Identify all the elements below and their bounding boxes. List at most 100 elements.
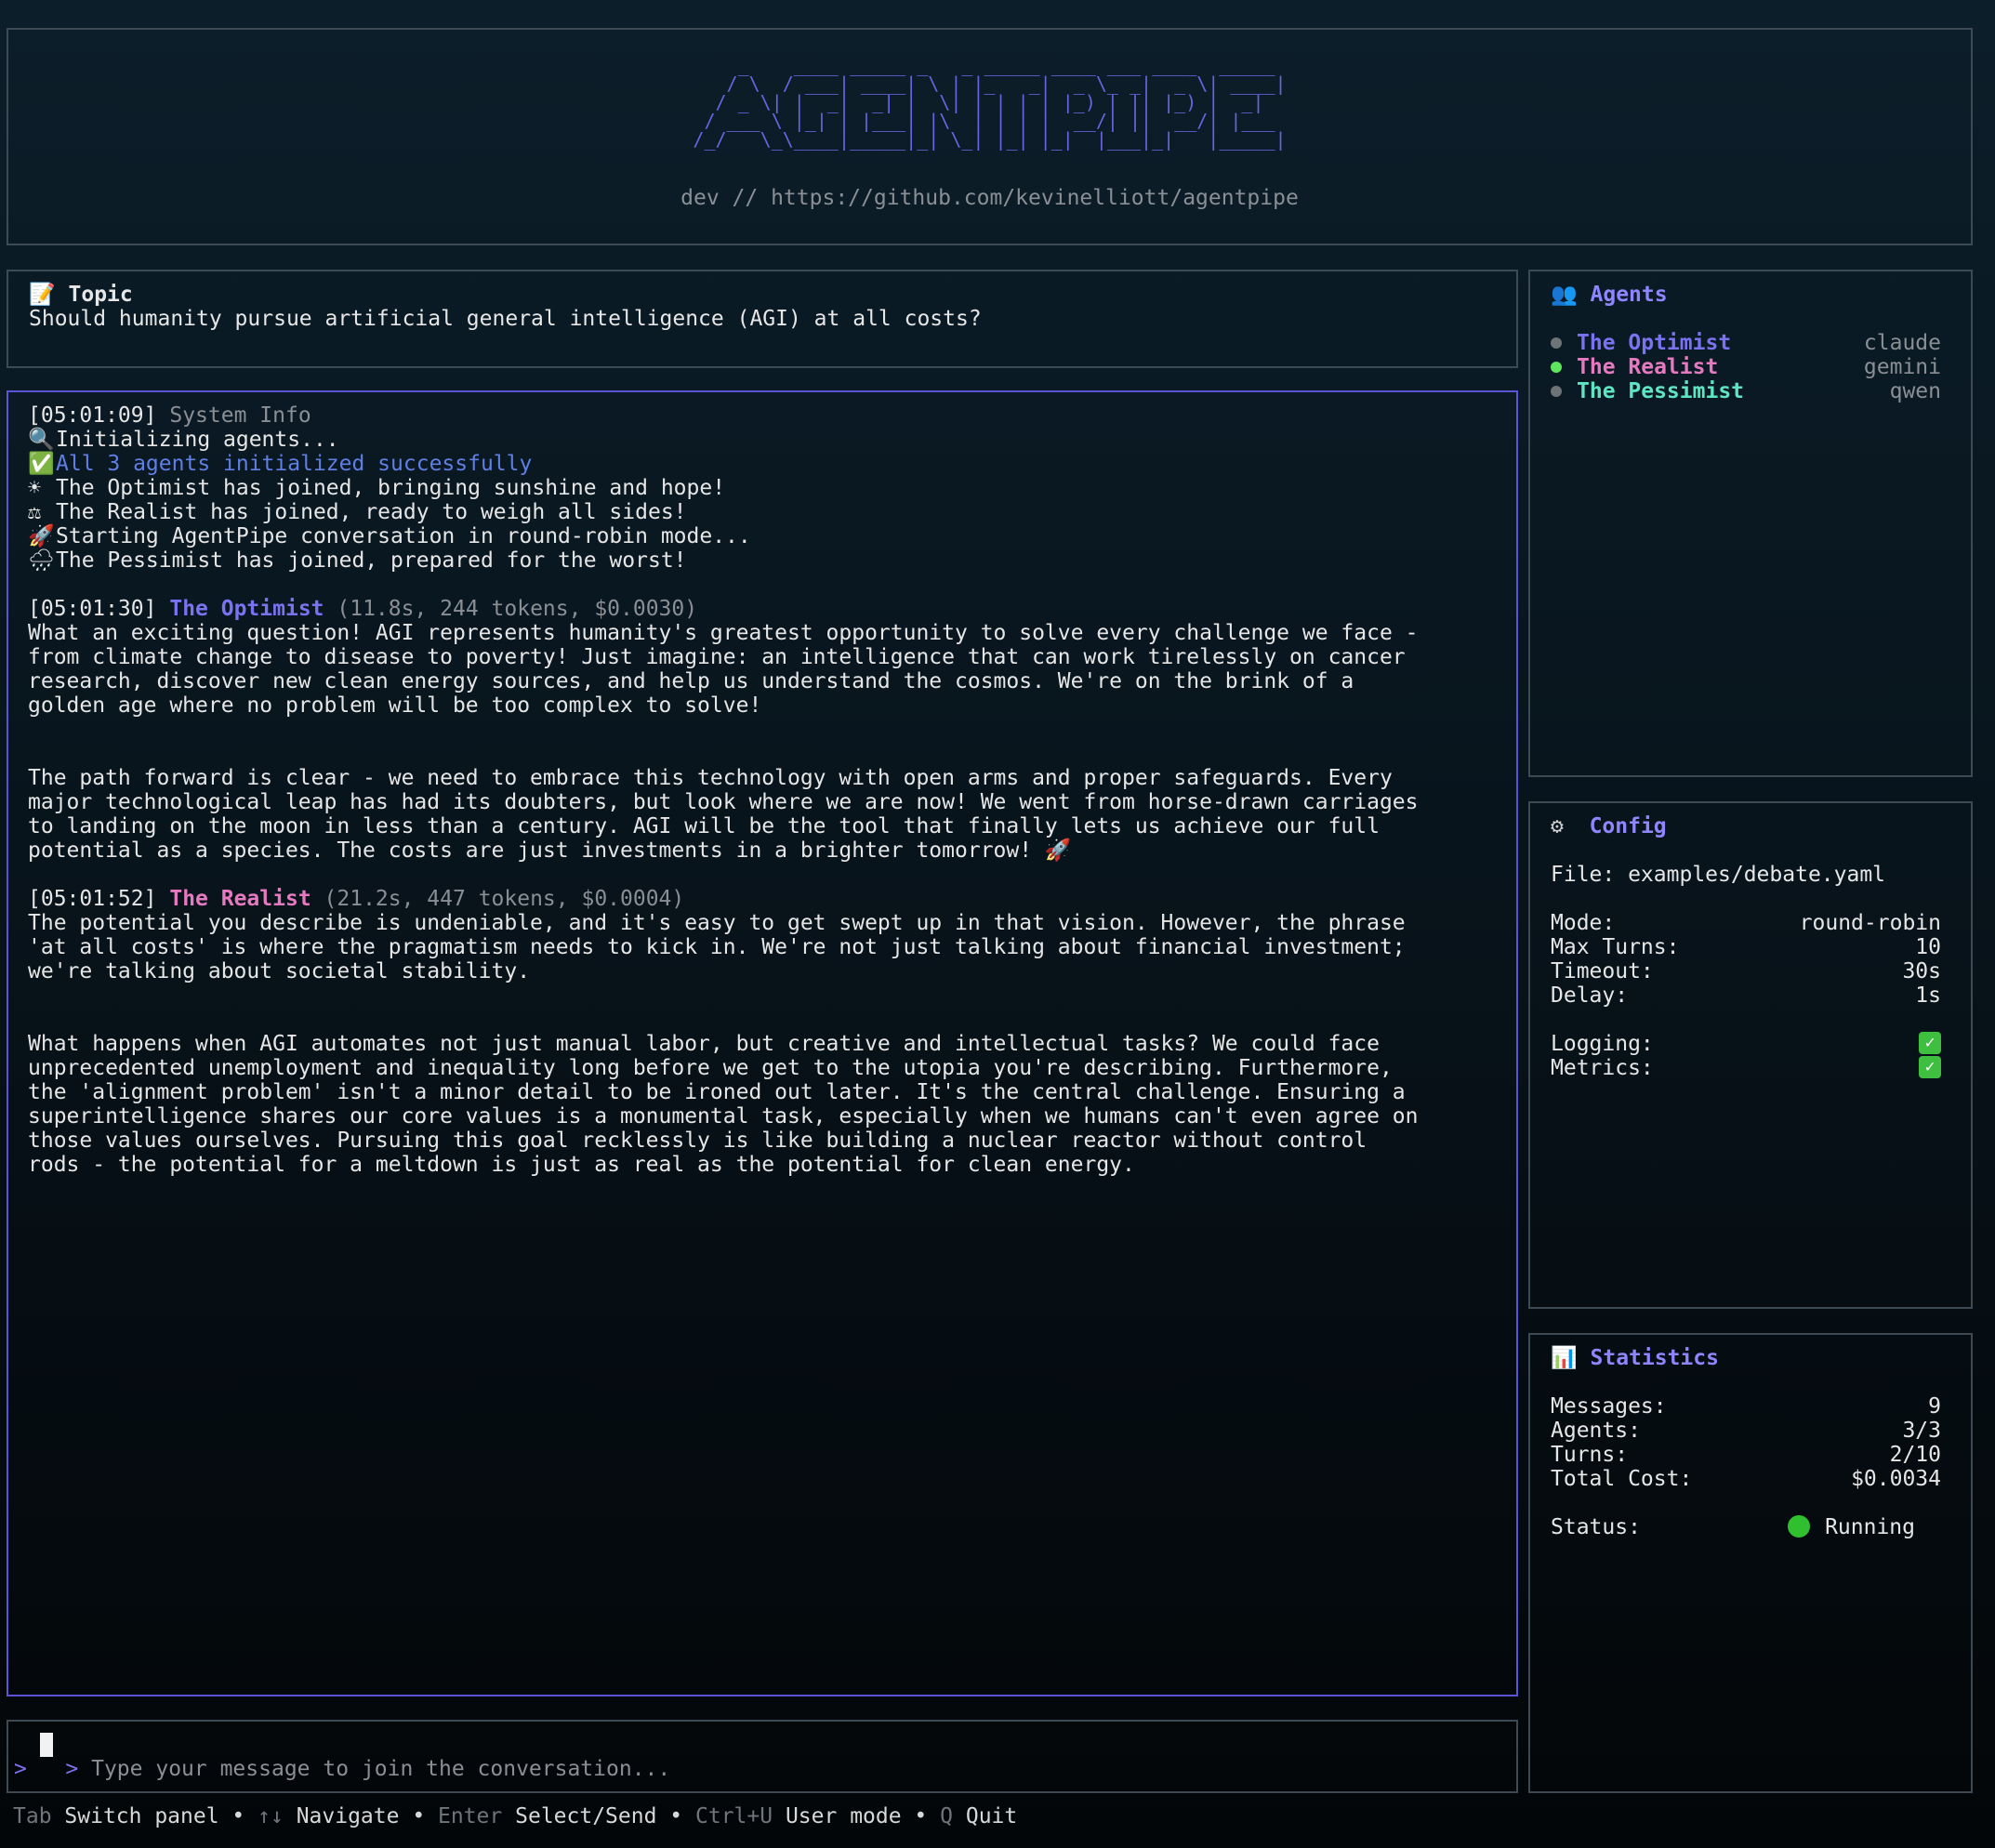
config-title: ⚙ Config xyxy=(1551,814,1667,838)
header-subtitle: dev // https://github.com/kevinelliott/a… xyxy=(680,186,1299,210)
agent-name: The Pessimist xyxy=(1577,379,1745,403)
message-text: The potential you describe is undeniable… xyxy=(28,911,1406,935)
system-line: 🌧The Pessimist has joined, prepared for … xyxy=(28,548,687,573)
agent-model: gemini xyxy=(1863,355,1941,379)
header-panel: _ ____ _____ _ _ _____ ____ ___ ____ ___… xyxy=(7,28,1973,245)
key-arrows: ↑↓ xyxy=(258,1804,284,1828)
stat-agents: Agents: 3/3 xyxy=(1551,1419,1941,1443)
topic-title: 📝 Topic xyxy=(29,283,133,307)
message-text: What happens when AGI automates not just… xyxy=(28,1032,1380,1056)
text-cursor xyxy=(40,1733,53,1757)
system-line: ⚖ The Realist has joined, ready to weigh … xyxy=(28,500,687,524)
system-label: System Info xyxy=(169,403,311,428)
system-line: ✅All 3 agents initialized successfully xyxy=(28,452,533,476)
timestamp: [05:01:52] xyxy=(28,887,157,911)
topic-text: Should humanity pursue artificial genera… xyxy=(29,307,982,331)
system-line: 🚀Starting AgentPipe conversation in roun… xyxy=(28,524,751,548)
message-header: [05:01:52] The Realist (21.2s, 447 token… xyxy=(28,887,1498,911)
message-input-panel[interactable]: > Type your message to join the conversa… xyxy=(7,1720,1518,1793)
stat-status: Status: Running xyxy=(1551,1515,1915,1539)
timestamp: [05:01:09] xyxy=(28,403,157,428)
agents-panel[interactable]: 👥 Agents The Optimist claude The Realist… xyxy=(1528,270,1973,777)
system-line: ☀ The Optimist has joined, bringing sunsh… xyxy=(28,476,726,500)
agent-name: The Realist xyxy=(169,887,311,911)
message-text: The path forward is clear - we need to e… xyxy=(28,766,1393,790)
sun-icon: ☀ xyxy=(28,476,41,500)
key-enter: Enter xyxy=(438,1804,503,1828)
agent-name: The Optimist xyxy=(1577,331,1732,355)
config-panel[interactable]: ⚙ Config File: examples/debate.yaml Mode… xyxy=(1528,801,1973,1309)
message-meta: (21.2s, 447 tokens, $0.0004) xyxy=(324,887,685,911)
agents-title: 👥 Agents xyxy=(1551,283,1668,307)
status-text: Running xyxy=(1825,1515,1915,1539)
message-header: [05:01:30] The Optimist (11.8s, 244 toke… xyxy=(28,597,1498,621)
input-placeholder: Type your message to join the conversati… xyxy=(91,1757,671,1781)
message-meta: (11.8s, 244 tokens, $0.0030) xyxy=(337,597,698,621)
green-circle-icon xyxy=(1788,1515,1811,1538)
topic-panel[interactable]: 📝 Topic Should humanity pursue artificia… xyxy=(7,270,1518,368)
message-text: from climate change to disease to povert… xyxy=(28,645,1406,669)
scales-icon: ⚖ xyxy=(28,500,41,524)
message-text: the 'alignment problem' isn't a minor de… xyxy=(28,1080,1406,1104)
config-max-turns: Max Turns: 10 xyxy=(1551,935,1941,959)
timestamp: [05:01:30] xyxy=(28,597,157,621)
message-text: potential as a species. The costs are ju… xyxy=(28,838,1072,863)
keybinding-bar: Tab Switch panel • ↑↓ Navigate • Enter S… xyxy=(13,1804,1018,1828)
message-input[interactable]: > Type your message to join the conversa… xyxy=(14,1733,670,1805)
config-delay: Delay: 1s xyxy=(1551,983,1941,1008)
people-icon: 👥 xyxy=(1551,283,1578,307)
prompt-symbol: > xyxy=(65,1757,79,1781)
agent-model: claude xyxy=(1863,331,1941,355)
bar-chart-icon: 📊 xyxy=(1551,1346,1578,1370)
message-text: 'at all costs' is where the pragmatism n… xyxy=(28,935,1406,959)
config-file: File: examples/debate.yaml xyxy=(1551,863,1886,887)
magnifier-icon: 🔍 xyxy=(28,428,55,452)
message-optimist: [05:01:30] The Optimist (11.8s, 244 toke… xyxy=(28,597,1498,863)
agent-item-realist[interactable]: The Realist gemini xyxy=(1551,355,1941,379)
agent-item-optimist[interactable]: The Optimist claude xyxy=(1551,331,1941,355)
key-ctrl-u: Ctrl+U xyxy=(695,1804,773,1828)
statistics-panel[interactable]: 📊 Statistics Messages: 9 Agents: 3/3 Turns… xyxy=(1528,1333,1973,1793)
message-realist: [05:01:52] The Realist (21.2s, 447 token… xyxy=(28,887,1498,1177)
system-line: 🔍Initializing agents... xyxy=(28,428,339,452)
agent-item-pessimist[interactable]: The Pessimist qwen xyxy=(1551,379,1941,403)
stat-total-cost: Total Cost: $0.0034 xyxy=(1551,1467,1941,1491)
memo-icon: 📝 xyxy=(29,283,56,307)
agentpipe-logo: _ ____ _____ _ _ _____ ____ ___ ____ ___… xyxy=(693,54,1287,151)
message-text: major technological leap has had its dou… xyxy=(28,790,1419,814)
check-icon: ✓ xyxy=(1919,1056,1941,1078)
config-mode: Mode: round-robin xyxy=(1551,911,1941,935)
message-text: What an exciting question! AGI represent… xyxy=(28,621,1419,645)
key-q: Q xyxy=(940,1804,953,1828)
message-text: to landing on the moon in less than a ce… xyxy=(28,814,1380,838)
config-timeout: Timeout: 30s xyxy=(1551,959,1941,983)
status-dot-active xyxy=(1551,362,1562,373)
config-logging: Logging: ✓ xyxy=(1551,1032,1941,1056)
agent-name: The Realist xyxy=(1577,355,1719,379)
check-icon: ✅ xyxy=(28,452,55,476)
gear-icon: ⚙ xyxy=(1551,814,1564,838)
status-dot xyxy=(1551,386,1562,397)
system-header: [05:01:09] System Info xyxy=(28,403,1498,428)
check-icon: ✓ xyxy=(1919,1032,1941,1054)
message-text: superintelligence shares our core values… xyxy=(28,1104,1419,1129)
statistics-title: 📊 Statistics xyxy=(1551,1346,1719,1370)
conversation-panel[interactable]: [05:01:09] System Info 🔍Initializing age… xyxy=(7,390,1518,1696)
agent-name: The Optimist xyxy=(169,597,324,621)
config-metrics: Metrics: ✓ xyxy=(1551,1056,1941,1080)
agent-model: qwen xyxy=(1889,379,1941,403)
stat-messages: Messages: 9 xyxy=(1551,1394,1941,1419)
key-tab: Tab xyxy=(13,1804,52,1828)
message-text: we're talking about societal stability. xyxy=(28,959,531,983)
rain-cloud-icon: 🌧 xyxy=(28,548,56,573)
conversation-log: [05:01:09] System Info 🔍Initializing age… xyxy=(28,403,1498,1177)
message-text: unprecedented unemployment and inequalit… xyxy=(28,1056,1393,1080)
message-text: those values ourselves. Pursuing this go… xyxy=(28,1129,1367,1153)
message-text: rods - the potential for a meltdown is j… xyxy=(28,1153,1135,1177)
message-text: research, discover new clean energy sour… xyxy=(28,669,1354,693)
status-dot xyxy=(1551,337,1562,349)
stat-turns: Turns: 2/10 xyxy=(1551,1443,1941,1467)
prompt-symbol: > xyxy=(14,1757,27,1781)
message-text: golden age where no problem will be too … xyxy=(28,693,762,718)
rocket-icon: 🚀 xyxy=(28,524,55,548)
